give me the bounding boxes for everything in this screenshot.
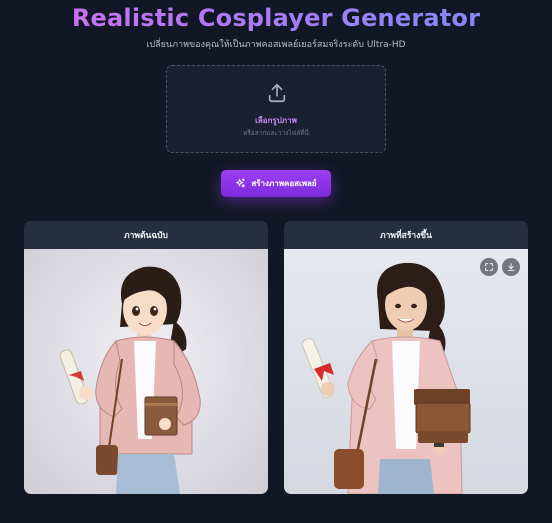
original-panel-title: ภาพต้นฉบับ [24,221,268,249]
result-image [284,249,528,494]
anime-character-illustration [59,266,201,494]
upload-dropzone[interactable]: เลือกรูปภาพ หรือลากและวางไฟล์ที่นี่ [166,65,386,153]
result-image-panel: ภาพที่สร้างขึ้น [284,221,528,494]
upload-hint: หรือลากและวางไฟล์ที่นี่ [243,129,309,137]
generate-button-label: สร้างภาพคอสเพลย์ [251,179,317,188]
original-image-panel: ภาพต้นฉบับ [24,221,268,494]
realistic-cosplayer-photo [301,262,471,494]
generate-cosplay-button[interactable]: สร้างภาพคอสเพลย์ [221,170,331,197]
page-title: Realistic Cosplayer Generator [0,4,552,32]
sparkles-icon [236,178,246,188]
download-icon [507,263,515,271]
expand-button[interactable] [480,258,498,276]
result-panel-title: ภาพที่สร้างขึ้น [284,221,528,249]
expand-icon [485,263,493,271]
original-image [24,249,268,494]
upload-label: เลือกรูปภาพ [255,116,297,125]
download-button[interactable] [502,258,520,276]
page-subtitle: เปลี่ยนภาพของคุณให้เป็นภาพคอสเพลย์เยอร์ส… [146,40,406,50]
upload-icon [268,83,286,103]
